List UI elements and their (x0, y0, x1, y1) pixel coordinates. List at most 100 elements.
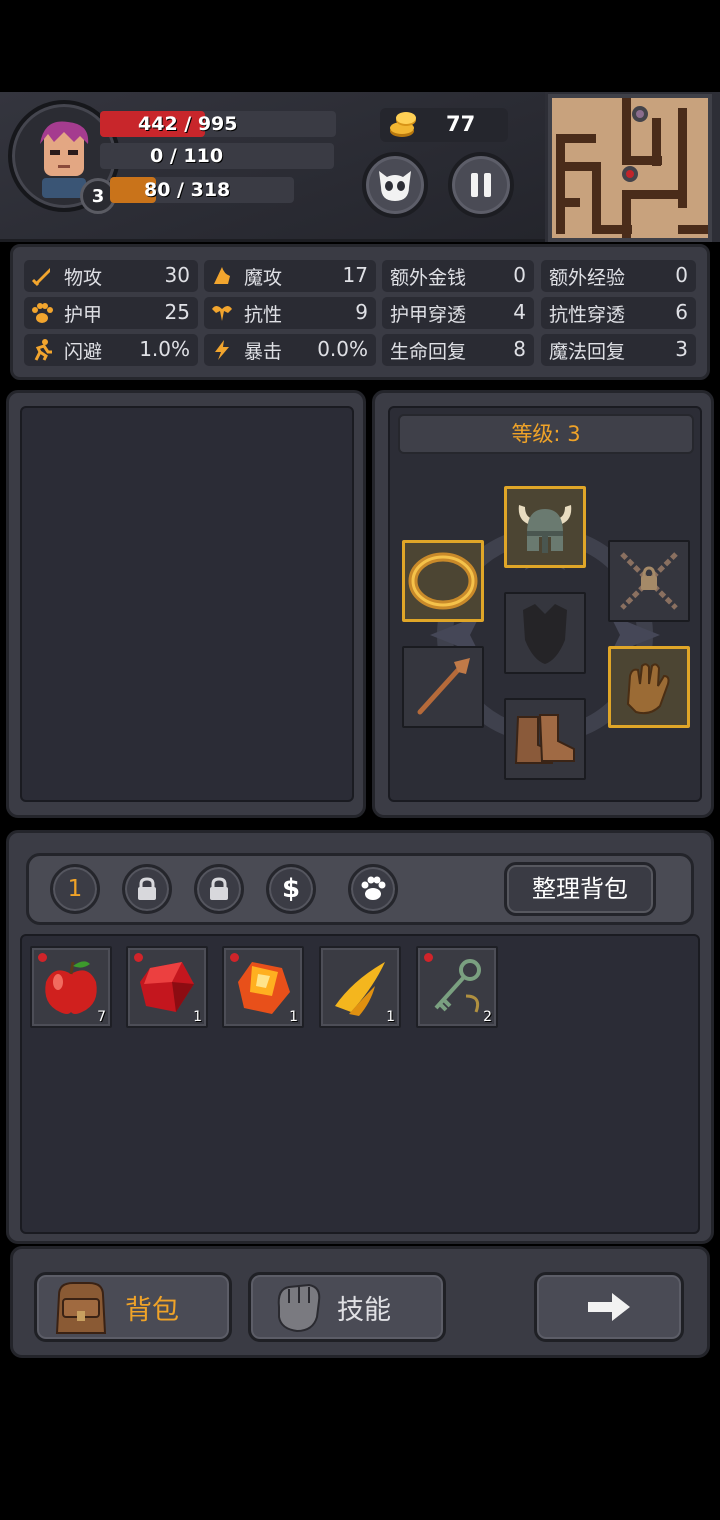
golden-fang-icon (335, 962, 385, 1016)
stat-label: 闪避 (64, 341, 103, 363)
stat-label: 魔攻 (244, 267, 283, 289)
stat-label: 额外金钱 (390, 267, 467, 289)
weapon-slot[interactable] (402, 646, 484, 728)
armor-silhouette-icon (523, 604, 567, 664)
gold-ring-icon (408, 552, 478, 610)
key-icon (434, 959, 481, 1013)
stat-cell: 额外经验 0 (541, 260, 696, 292)
skill-nav-button[interactable]: 技能 (248, 1272, 446, 1342)
bag-item-orange-gem[interactable]: 1 (222, 946, 304, 1028)
bag-item-golden-fang[interactable]: 1 (319, 946, 401, 1028)
bag-item-apple[interactable]: 7 (30, 946, 112, 1028)
wizard-hat-icon (214, 267, 230, 284)
stat-value: 0 (513, 263, 526, 287)
item-quantity: 1 (193, 1009, 202, 1025)
wooden-staff-icon (417, 658, 470, 715)
stat-value: 4 (513, 300, 526, 324)
boots-slot[interactable] (504, 698, 586, 780)
running-icon (34, 339, 52, 361)
item-quantity: 7 (97, 1009, 106, 1025)
stat-cell: 魔法回复 3 (541, 334, 696, 366)
stat-cell: 抗性 9 (204, 297, 376, 329)
stat-label: 护甲穿透 (390, 304, 467, 326)
stat-label: 抗性 (244, 304, 283, 326)
backpack-icon (55, 1282, 107, 1334)
next-button[interactable] (534, 1272, 684, 1342)
minimap-maze (552, 98, 708, 238)
stat-cell: 暴击 0.0% (204, 334, 376, 366)
pause-button[interactable] (448, 152, 514, 218)
dollar-icon: $ (281, 874, 301, 904)
stat-value: 8 (513, 337, 526, 361)
stat-value: 9 (355, 300, 368, 324)
lock-icon (210, 877, 228, 900)
chain-lock-icon (620, 552, 678, 610)
bag-tab-locked-2[interactable] (194, 864, 244, 914)
bag-nav-label: 背包 (125, 1294, 179, 1326)
gloves-slot[interactable] (608, 646, 690, 728)
item-detail-area (20, 406, 354, 802)
bag-tab-shop[interactable]: $ (266, 864, 316, 914)
viking-helmet-icon (518, 505, 572, 553)
ring-slot[interactable] (402, 540, 484, 622)
bag-item-red-gem[interactable]: 1 (126, 946, 208, 1028)
armor-slot[interactable] (504, 592, 586, 674)
apple-icon (45, 961, 97, 1014)
bag-nav-button[interactable]: 背包 (34, 1272, 232, 1342)
lock-icon (138, 877, 156, 900)
stat-value: 3 (675, 337, 688, 361)
stat-cell: 魔攻 17 (204, 260, 376, 292)
fist-icon (277, 1283, 321, 1333)
bag-item-key[interactable]: 2 (416, 946, 498, 1028)
right-arrow-icon (588, 1293, 630, 1321)
hp-bar: 442 / 995 (100, 111, 336, 137)
leather-boots-icon (514, 714, 575, 764)
stat-value: 1.0% (139, 337, 190, 361)
stat-cell: 护甲穿透 4 (382, 297, 534, 329)
xp-bar: 80 / 318 (110, 177, 294, 203)
stat-label: 生命回复 (390, 341, 467, 363)
bag-tab-page-1[interactable]: 1 (50, 864, 100, 914)
monster-guide-button[interactable] (362, 152, 428, 218)
stat-label: 物攻 (64, 267, 103, 289)
helmet-slot[interactable] (504, 486, 586, 568)
equipment-level-label: 等级: 3 (398, 414, 694, 454)
stat-cell: 额外金钱 0 (382, 260, 534, 292)
item-quantity: 1 (386, 1009, 395, 1025)
stat-cell: 抗性穿透 6 (541, 297, 696, 329)
muscle-icon (212, 306, 232, 321)
bag-tab-locked-1[interactable] (122, 864, 172, 914)
hp-text: 442 / 995 (138, 113, 238, 135)
minimap[interactable] (548, 94, 712, 242)
stat-value: 17 (342, 263, 368, 287)
stat-label: 抗性穿透 (549, 304, 626, 326)
paw-icon (361, 876, 386, 900)
leather-gloves-icon (626, 663, 670, 715)
necklace-slot-locked[interactable] (608, 540, 690, 622)
stat-cell: 物攻 30 (24, 260, 198, 292)
stat-label: 暴击 (244, 341, 283, 363)
sword-icon (31, 268, 50, 287)
owl-icon (379, 171, 411, 201)
skill-nav-label: 技能 (337, 1294, 391, 1326)
pause-icon (471, 173, 491, 197)
mp-text: 0 / 110 (150, 145, 224, 167)
stat-cell: 生命回复 8 (382, 334, 534, 366)
gold-coins-icon (390, 112, 416, 137)
stat-label: 魔法回复 (549, 341, 626, 363)
bag-tab-pets[interactable] (348, 864, 398, 914)
bag-tab-page-number: 1 (67, 876, 83, 902)
stat-value: 0 (675, 263, 688, 287)
xp-text: 80 / 318 (144, 179, 231, 201)
sort-bag-button[interactable]: 整理背包 (504, 862, 656, 916)
item-quantity: 2 (483, 1009, 492, 1025)
stat-value: 6 (675, 300, 688, 324)
stat-value: 25 (164, 300, 190, 324)
stat-cell: 闪避 1.0% (24, 334, 198, 366)
gold-amount: 77 (446, 112, 476, 136)
stat-label: 护甲 (64, 304, 103, 326)
stat-cell: 护甲 25 (24, 297, 198, 329)
orange-gem-icon (238, 962, 290, 1014)
red-gem-icon (140, 962, 194, 1012)
paw-icon (32, 303, 53, 323)
